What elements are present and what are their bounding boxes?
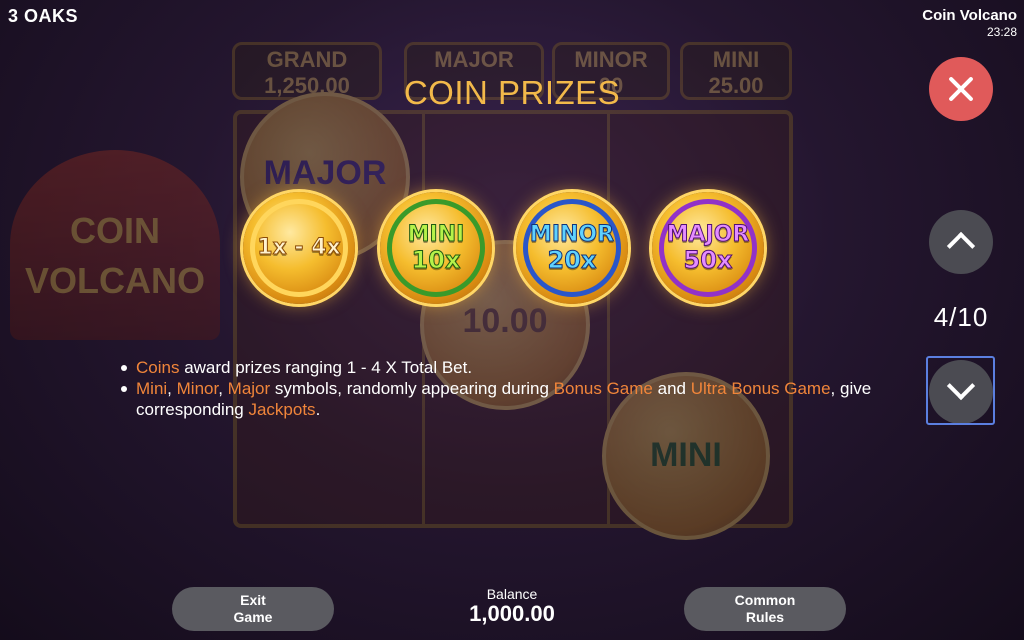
- coin-label-line1: MINI: [407, 222, 465, 247]
- common-rules-label-line1: Common: [734, 592, 796, 608]
- common-rules-label-line2: Rules: [745, 609, 785, 625]
- bullet-text: ,: [218, 379, 228, 398]
- background-coin-label: MINI: [650, 436, 722, 474]
- highlight-jackpots: Jackpots: [248, 400, 316, 419]
- next-page-button[interactable]: [929, 360, 993, 424]
- bullet-text: ,: [167, 379, 177, 398]
- bullet-text: symbols, randomly appearing during: [270, 379, 554, 398]
- rules-description: Coins award prizes ranging 1 - 4 X Total…: [118, 357, 888, 420]
- chevron-up-icon: [946, 231, 976, 261]
- coin-label: MINI 10x: [380, 192, 492, 304]
- highlight-coins: Coins: [136, 358, 180, 377]
- highlight-ultra-bonus-game: Ultra Bonus Game: [690, 379, 831, 398]
- rules-bullet-jackpots: Mini, Minor, Major symbols, randomly app…: [118, 378, 888, 420]
- coin-label-line2: 50x: [683, 246, 733, 274]
- page-title: COIN PRIZES: [403, 74, 621, 111]
- balance-label: Balance: [486, 586, 538, 602]
- coin-symbol-minor: MINOR 20x: [516, 192, 628, 304]
- background-logo-line1: COIN: [70, 210, 160, 251]
- coin-label: 1x - 4x: [243, 192, 355, 304]
- game-title: Coin Volcano: [922, 7, 1017, 24]
- chevron-down-icon: [946, 371, 976, 401]
- background-logo-line2: VOLCANO: [25, 260, 205, 301]
- rules-bullet-coins: Coins award prizes ranging 1 - 4 X Total…: [118, 357, 888, 378]
- highlight-bonus-game: Bonus Game: [553, 379, 653, 398]
- clock: 23:28: [986, 25, 1017, 39]
- brand-logo-text: 3 OAKS: [8, 6, 79, 26]
- background-jackpot-name: GRAND: [266, 47, 348, 72]
- bullet-text: and: [652, 379, 691, 398]
- highlight-mini: Mini: [136, 379, 168, 398]
- coin-label: MINOR 20x: [516, 192, 628, 304]
- coin-label: MAJOR 50x: [652, 192, 764, 304]
- common-rules-button[interactable]: Common Rules: [684, 587, 846, 631]
- background-coin-label: 10.00: [462, 302, 548, 340]
- highlight-major: Major: [227, 379, 271, 398]
- highlight-minor: Minor: [176, 379, 219, 398]
- coin-label-line1: 1x - 4x: [257, 235, 341, 260]
- coin-label-line1: MAJOR: [666, 222, 750, 247]
- coin-label-line2: 10x: [411, 246, 461, 274]
- background-game-logo: COIN VOLCANO: [10, 150, 220, 340]
- bullet-text: award prizes ranging 1 - 4 X Total Bet.: [179, 358, 473, 377]
- coin-symbol-regular: 1x - 4x: [243, 192, 355, 304]
- coin-symbol-major: MAJOR 50x: [652, 192, 764, 304]
- background-jackpot-name: MINI: [712, 47, 760, 72]
- balance-value: 1,000.00: [469, 601, 555, 626]
- background-jackpot-name: MINOR: [574, 47, 648, 72]
- coin-symbol-mini: MINI 10x: [380, 192, 492, 304]
- coin-label-line2: 20x: [547, 246, 597, 274]
- close-button[interactable]: [929, 57, 993, 121]
- bullet-text: .: [315, 400, 321, 419]
- page-indicator: 4/10: [933, 302, 989, 332]
- previous-page-button[interactable]: [929, 210, 993, 274]
- background-coin-label: MAJOR: [263, 154, 387, 192]
- coin-label-line1: MINOR: [529, 222, 615, 247]
- background-jackpot-name: MAJOR: [434, 47, 514, 72]
